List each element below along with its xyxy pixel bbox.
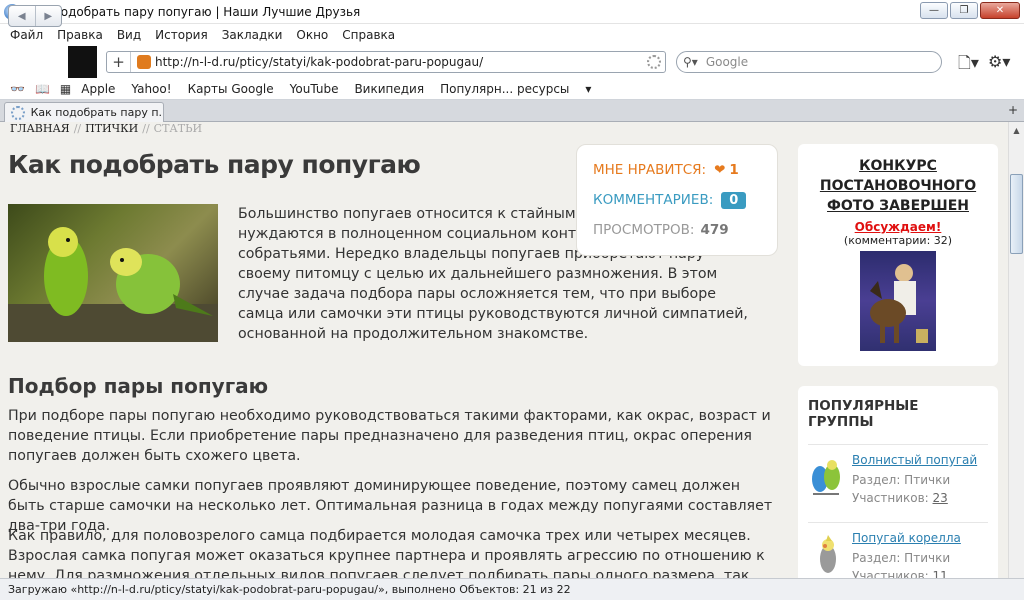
paragraph-3: Как правило, для половозрелого самца под… — [8, 528, 765, 578]
dog-photo-image — [870, 264, 928, 343]
group-item: Волнистый попугай Раздел: Птички Участни… — [808, 444, 988, 522]
breadcrumb-section[interactable]: ПТИЧКИ — [85, 122, 138, 135]
loading-spinner-icon — [647, 55, 661, 69]
likes-label: МНЕ НРАВИТСЯ: — [593, 162, 707, 178]
paragraph-1: При подборе пары попугаю необходимо руко… — [8, 408, 771, 464]
back-arrow-icon: ◀ — [17, 10, 26, 22]
new-tab-button[interactable]: + — [1008, 103, 1018, 117]
page-menu-icon[interactable]: 🗋▾ — [958, 52, 979, 79]
menu-bar: Файл Правка Вид История Закладки Окно Сп… — [0, 24, 1024, 46]
group-members-label: Участников: — [852, 491, 929, 505]
toolbar-dark-block — [68, 46, 97, 78]
heart-icon[interactable]: ❤ — [714, 162, 725, 178]
window-titlebar: Как подобрать пару попугаю | Наши Лучшие… — [0, 0, 1024, 24]
back-button[interactable]: ◀ — [9, 6, 36, 26]
menu-bookmarks[interactable]: Закладки — [222, 28, 283, 42]
comments-label: КОММЕНТАРИЕВ: — [593, 192, 714, 208]
bookmark-wikipedia[interactable]: Википедия — [354, 82, 424, 96]
minimize-button[interactable]: — — [920, 2, 948, 19]
tab-loading-icon — [11, 105, 25, 120]
bookmark-yahoo[interactable]: Yahoo! — [131, 82, 171, 96]
views-count: 479 — [700, 222, 729, 238]
section-heading: Подбор пары попугаю — [8, 374, 269, 398]
bookmark-popular[interactable]: Популярн... ресурсы — [440, 82, 569, 96]
nav-buttons: ◀ ▶ — [8, 5, 62, 27]
vertical-scrollbar[interactable]: ▲ — [1008, 122, 1024, 578]
menu-view[interactable]: Вид — [117, 28, 141, 42]
menu-history[interactable]: История — [155, 28, 208, 42]
bookmark-youtube[interactable]: YouTube — [290, 82, 339, 96]
views-row: ПРОСМОТРОВ: 479 — [593, 221, 777, 239]
reading-glasses-icon[interactable]: 👓 — [10, 82, 25, 96]
status-text: Загружаю «http://n-l-d.ru/pticy/statyi/k… — [8, 583, 571, 596]
bookmark-google-maps[interactable]: Карты Google — [188, 82, 274, 96]
maximize-button[interactable]: ❐ — [950, 2, 978, 19]
contest-photo[interactable] — [860, 251, 936, 351]
breadcrumb-separator: // — [142, 122, 150, 135]
breadcrumb-separator: // — [73, 122, 82, 135]
scroll-up-arrow-icon[interactable]: ▲ — [1009, 122, 1024, 138]
popular-groups-widget: ПОПУЛЯРНЫЕ ГРУППЫ Волнистый попугай Разд… — [798, 386, 998, 578]
search-placeholder: Google — [705, 55, 749, 69]
gear-icon[interactable]: ⚙▾ — [988, 52, 1010, 71]
budgies-image — [8, 227, 218, 342]
group-section: Раздел: Птички — [852, 473, 951, 487]
breadcrumb-current: СТАТЬИ — [153, 122, 203, 135]
group-members-label: Участников: — [852, 569, 929, 578]
scroll-thumb[interactable] — [1010, 174, 1023, 254]
book-icon[interactable]: 📖 — [35, 82, 50, 96]
tab-current[interactable]: Как подобрать пару п... — [4, 102, 164, 122]
page-title: Как подобрать пару попугаю — [8, 150, 421, 179]
breadcrumb: ГЛАВНАЯ//ПТИЧКИ//СТАТЬИ — [10, 122, 202, 135]
group-item: Попугай корелла Раздел: Птички Участнико… — [808, 522, 988, 578]
article-stats: МНЕ НРАВИТСЯ: ❤ 1 КОММЕНТАРИЕВ: 0 ПРОСМО… — [576, 144, 778, 256]
breadcrumb-home[interactable]: ГЛАВНАЯ — [10, 122, 70, 135]
window-title: Как подобрать пару попугаю | Наши Лучшие… — [26, 4, 361, 19]
group-members-count[interactable]: 23 — [933, 491, 948, 505]
menu-file[interactable]: Файл — [10, 28, 43, 42]
close-button[interactable]: ✕ — [980, 2, 1020, 19]
group-name-link[interactable]: Волнистый попугай — [852, 453, 977, 467]
url-text[interactable]: http://n-l-d.ru/pticy/statyi/kak-podobra… — [155, 55, 483, 69]
grid-icon[interactable]: ▦ — [60, 82, 71, 96]
site-favicon — [137, 55, 151, 69]
likes-count: 1 — [729, 162, 739, 178]
bookmark-apple[interactable]: Apple — [81, 82, 115, 96]
search-icon: ⚲▾ — [683, 55, 698, 69]
menu-help[interactable]: Справка — [342, 28, 395, 42]
address-bar[interactable]: + http://n-l-d.ru/pticy/statyi/kak-podob… — [106, 51, 666, 73]
article-photo — [8, 204, 218, 342]
contest-widget: КОНКУРС ПОСТАНОВОЧНОГО ФОТО ЗАВЕРШЕН Обс… — [798, 144, 998, 366]
contest-comments-count[interactable]: (комментарии: 32) — [798, 234, 998, 247]
add-bookmark-button[interactable]: + — [107, 52, 131, 72]
status-bar: Загружаю «http://n-l-d.ru/pticy/statyi/k… — [0, 578, 1024, 600]
menu-edit[interactable]: Правка — [57, 28, 103, 42]
page-content: ГЛАВНАЯ//ПТИЧКИ//СТАТЬИ Как подобрать па… — [0, 122, 1008, 578]
group-section: Раздел: Птички — [852, 551, 951, 565]
contest-discuss-link[interactable]: Обсуждаем! — [798, 220, 998, 234]
comments-row[interactable]: КОММЕНТАРИЕВ: 0 — [593, 191, 777, 209]
contest-title[interactable]: КОНКУРС ПОСТАНОВОЧНОГО ФОТО ЗАВЕРШЕН — [798, 156, 998, 216]
group-members-count[interactable]: 11 — [933, 569, 948, 578]
search-field[interactable]: ⚲▾ Google — [676, 51, 942, 73]
views-label: ПРОСМОТРОВ: — [593, 222, 695, 238]
popular-groups-heading: ПОПУЛЯРНЫЕ ГРУППЫ — [808, 398, 919, 430]
forward-button[interactable]: ▶ — [36, 6, 62, 26]
bookmarks-bar: 👓 📖 ▦ Apple Yahoo! Карты Google YouTube … — [0, 78, 1024, 100]
comments-count-badge[interactable]: 0 — [721, 191, 747, 209]
group-name-link[interactable]: Попугай корелла — [852, 531, 961, 545]
cockatiel-icon[interactable] — [808, 533, 844, 577]
budgie-icon[interactable] — [808, 455, 844, 499]
chevron-down-icon[interactable]: ▾ — [585, 82, 591, 96]
menu-window[interactable]: Окно — [296, 28, 328, 42]
likes-row[interactable]: МНЕ НРАВИТСЯ: ❤ 1 — [593, 161, 777, 179]
tab-bar: Как подобрать пару п... + — [0, 100, 1024, 122]
tab-label: Как подобрать пару п... — [30, 106, 163, 119]
forward-arrow-icon: ▶ — [44, 10, 53, 22]
